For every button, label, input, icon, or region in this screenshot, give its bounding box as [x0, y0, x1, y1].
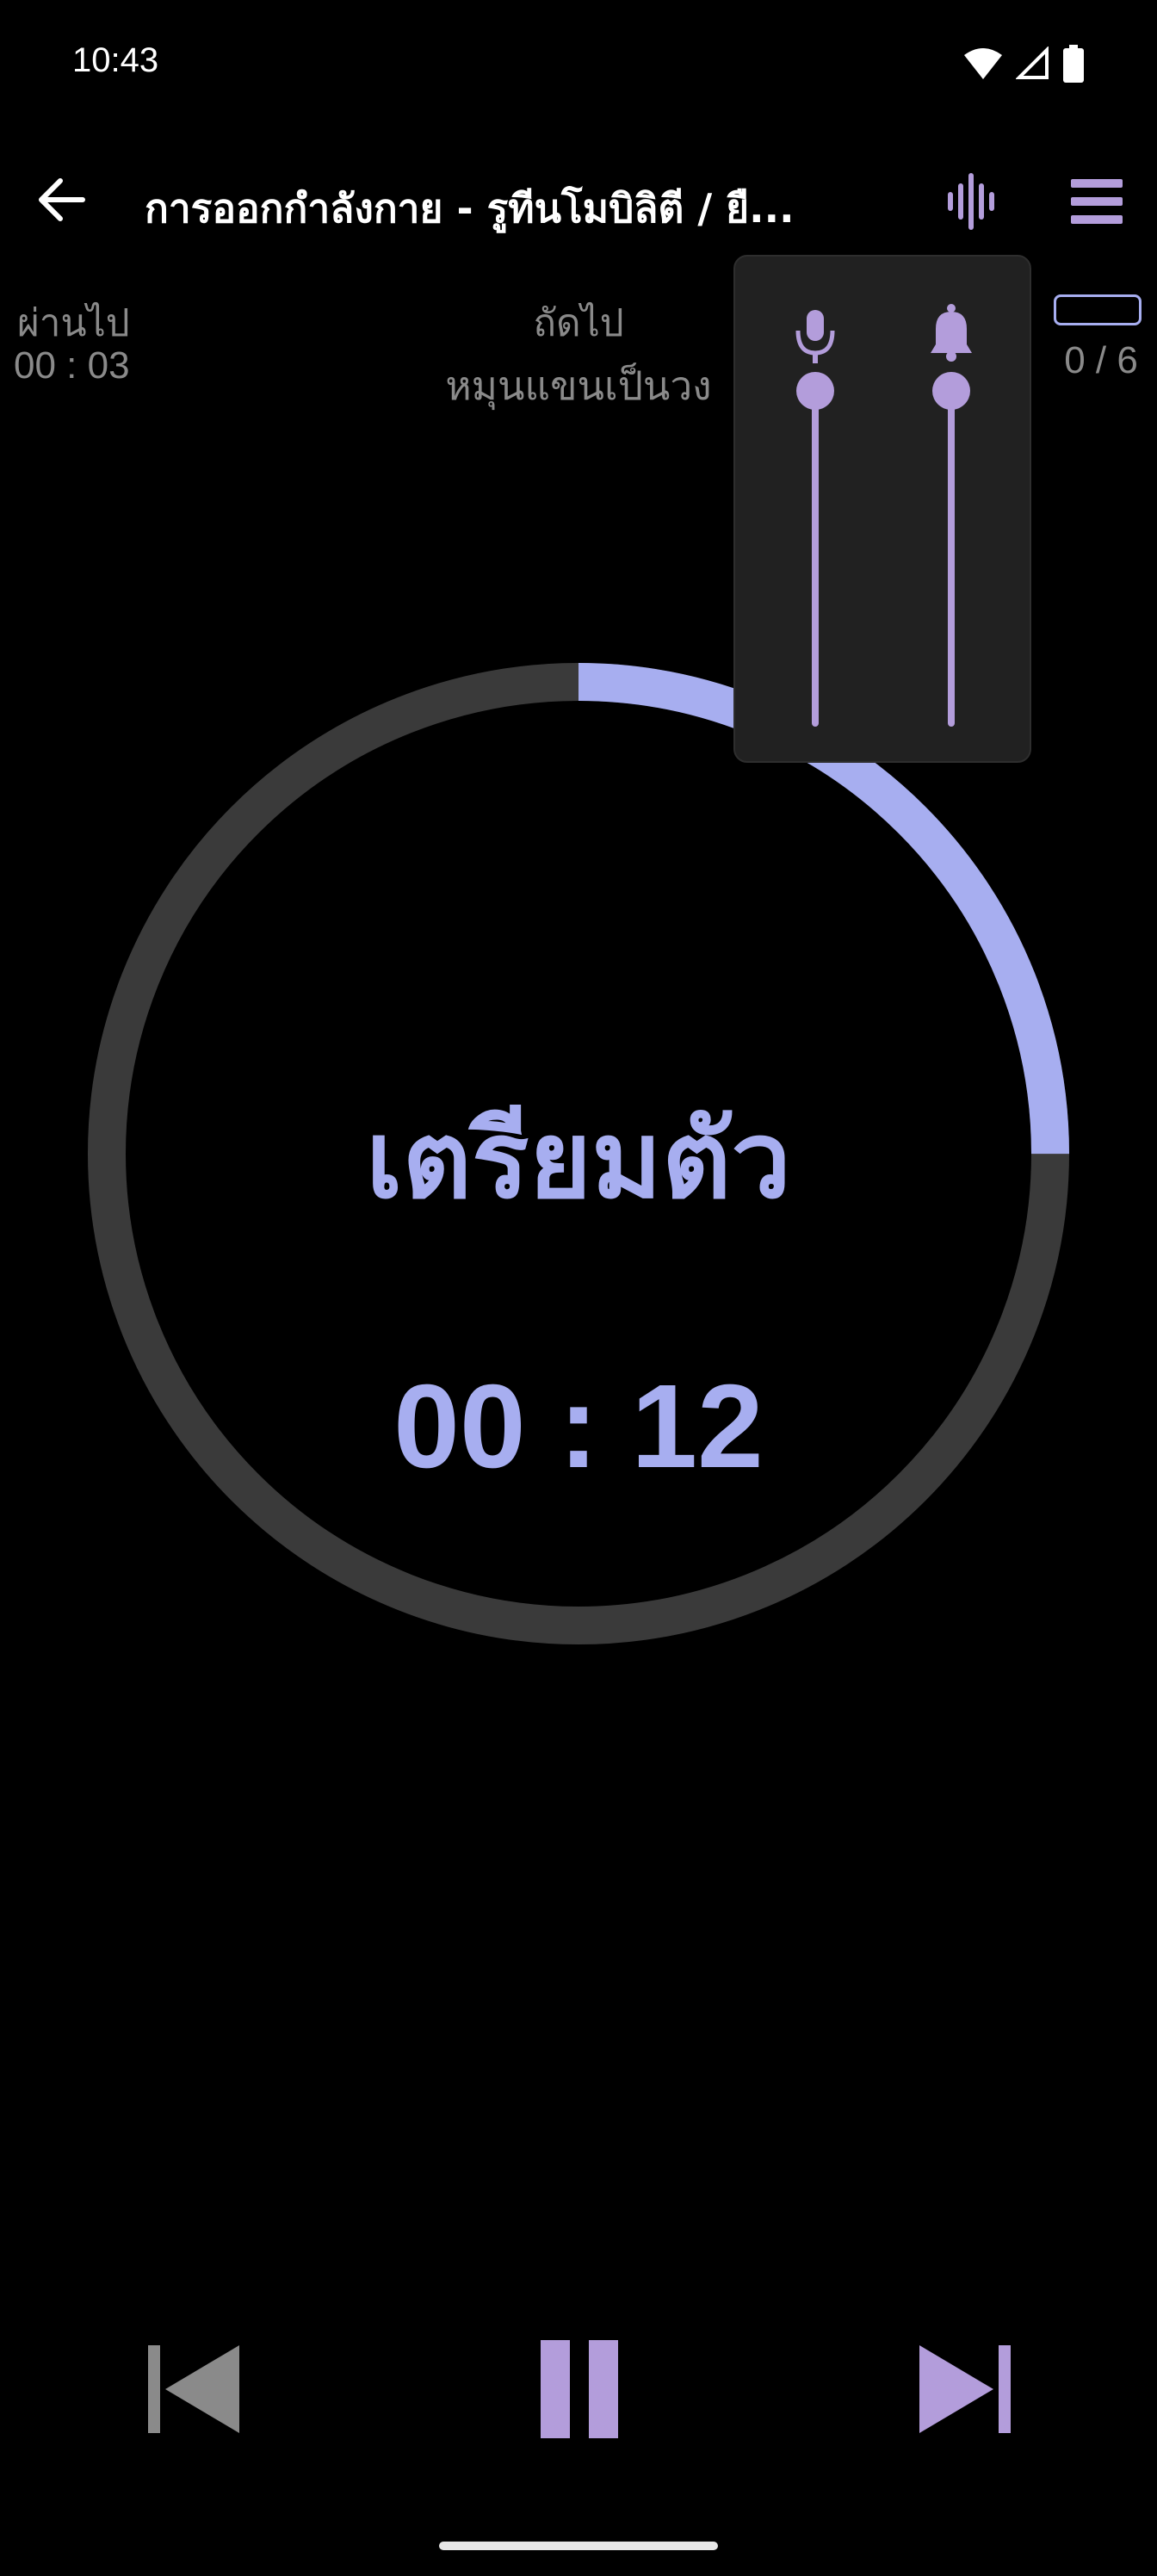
sound-volume-slider[interactable] [932, 372, 970, 727]
round-progress-bar [1054, 294, 1142, 325]
pause-icon [541, 2340, 618, 2438]
countdown-timer: 00 : 12 [393, 1360, 764, 1493]
exercise-list-button[interactable] [1064, 169, 1129, 234]
sound-wave-icon [948, 173, 994, 230]
volume-popup [733, 255, 1031, 763]
voice-volume-slider[interactable] [796, 372, 834, 727]
status-time: 10:43 [72, 41, 159, 79]
voice-volume-thumb[interactable] [796, 372, 834, 410]
voice-settings-button[interactable] [938, 169, 1004, 234]
back-button[interactable] [31, 169, 93, 231]
phase-label: เตรียมตัว [365, 1099, 792, 1223]
skip-next-icon [919, 2345, 1011, 2433]
arrow-back-icon [39, 178, 85, 221]
battery-icon [1063, 45, 1084, 83]
home-indicator [439, 2542, 718, 2550]
previous-button[interactable] [138, 2333, 250, 2445]
list-icon [1071, 179, 1123, 224]
sound-volume-thumb[interactable] [932, 372, 970, 410]
mic-icon [795, 310, 835, 363]
bell-icon [931, 304, 972, 362]
round-counter: 0 / 6 [1064, 339, 1138, 381]
volume-sliders [795, 304, 972, 727]
page-title: การออกกำลังกาย - รูทีนโมบิลิตี / ยื... [145, 185, 795, 232]
wifi-icon [964, 48, 1002, 79]
cell-signal-icon [1016, 46, 1049, 79]
pause-button[interactable] [523, 2333, 635, 2445]
next-button[interactable] [909, 2333, 1021, 2445]
status-icons [962, 45, 1085, 83]
skip-previous-icon [148, 2345, 239, 2433]
